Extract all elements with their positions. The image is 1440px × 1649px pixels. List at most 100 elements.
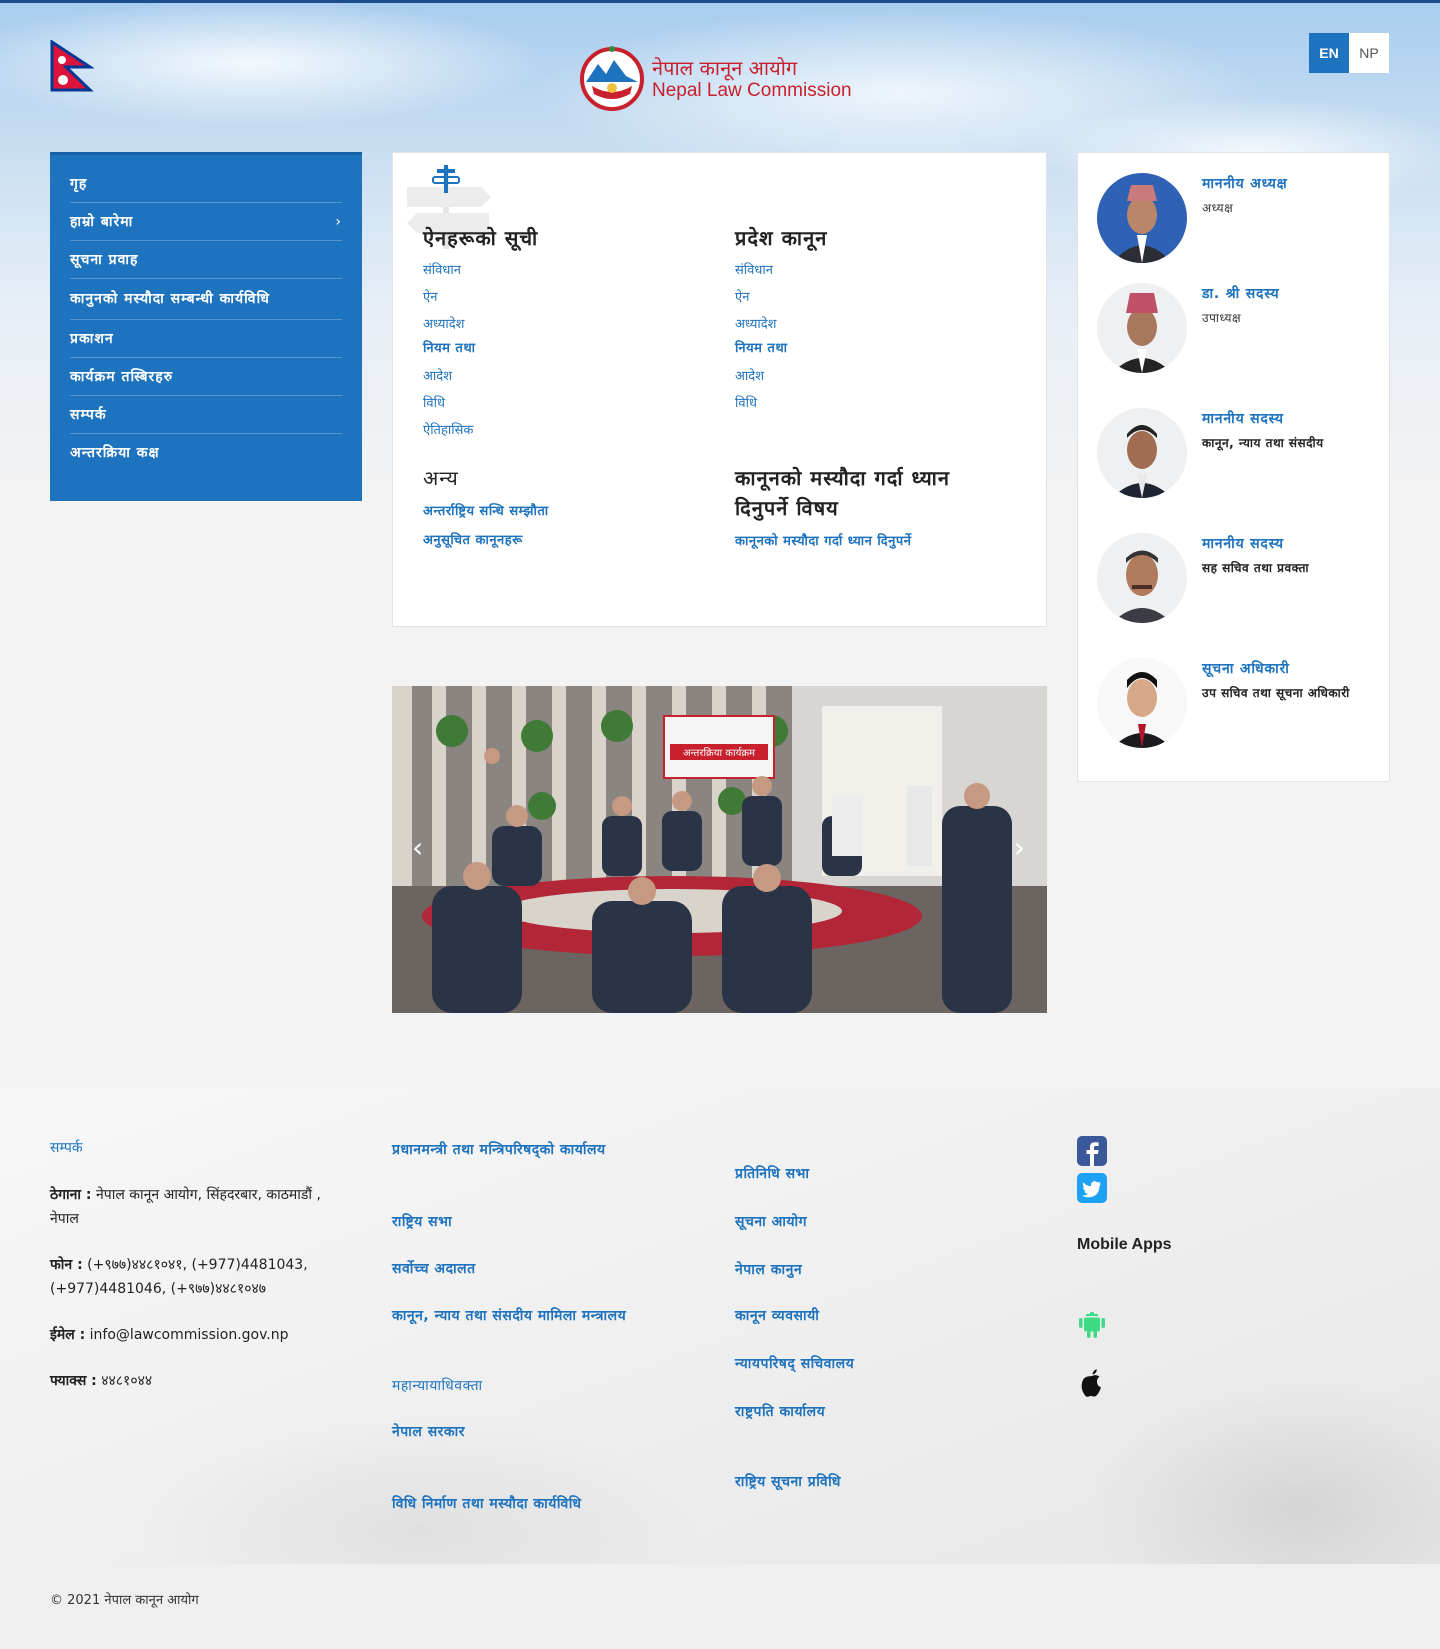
footer-link[interactable]: नेपाल सरकार [392,1420,672,1444]
lang-en-button[interactable]: EN [1309,33,1349,73]
drafting-column: कानूनको मस्यौदा गर्दा ध्यान दिनुपर्ने वि… [735,463,995,552]
sidebar-item-label: हाम्रो बारेमा [70,214,134,230]
nepal-flag-icon [50,40,94,92]
email-label: ईमेल : [50,1327,86,1343]
official-name: सूचना अधिकारी [1202,661,1290,677]
footer-link[interactable]: नेपाल कानुन [735,1258,1015,1282]
footer-link[interactable]: कानून, न्याय तथा संसदीय मामिला मन्त्रालय [392,1304,672,1328]
province-link-procedure[interactable]: विधि [735,394,995,413]
acts-column: ऐनहरूको सूची संविधान ऐन अध्यादेश नियम तथ… [423,223,683,440]
province-column: प्रदेश कानून संविधान ऐन अध्यादेश नियम तथ… [735,223,995,413]
phone-value: (+९७७)४४८१०४१, (+977)4481043, (+977)4481… [50,1257,308,1297]
acts-link-historic[interactable]: ऐतिहासिक [423,421,683,440]
site-footer: सम्पर्क ठेगाना : नेपाल कानून आयोग, सिंहद… [0,1088,1440,1564]
footer-link[interactable]: कानून व्यवसायी [735,1304,1015,1328]
official-name: माननीय अध्यक्ष [1202,176,1288,192]
footer-link[interactable]: महान्यायाधिवक्ता [392,1374,672,1398]
avatar [1097,533,1187,623]
footer-link[interactable]: प्रतिनिधि सभा [735,1162,1015,1186]
footer-link[interactable]: न्यायपरिषद् सचिवालय [735,1352,1015,1376]
official-role: कानून, न्याय तथा संसदीय [1202,436,1324,450]
acts-title: ऐनहरूको सूची [423,226,539,250]
sidebar-item-gallery[interactable]: कार्यक्रम तस्बिरहरु [70,358,342,396]
acts-link-constitution[interactable]: संविधान [423,261,683,280]
contact-column: सम्पर्क ठेगाना : नेपाल कानून आयोग, सिंहद… [50,1138,350,1393]
other-link-treaties[interactable]: अन्तर्राष्ट्रिय सन्धि सम्झौता [423,501,683,522]
official-name: डा. श्री सदस्य [1202,286,1280,302]
emblem-icon [580,46,644,111]
email-value[interactable]: info@lawcommission.gov.np [90,1327,289,1343]
official-name: माननीय सदस्य [1202,536,1284,552]
sidebar-item-label: प्रकाशन [70,331,114,347]
footer-link[interactable]: विधि निर्माण तथा मस्यौदा कार्यविधि [392,1492,672,1516]
official-role: अध्यक्ष [1202,201,1234,215]
event-photo: अन्तरक्रिया कार्यक्रम [392,686,1047,1013]
android-icon[interactable] [1077,1306,1107,1340]
phone-text: फोन : (+९७७)४४८१०४१, (+977)4481043, (+97… [50,1253,350,1301]
sidebar-item-drafting-procedure[interactable]: कानुनको मस्यौदा सम्बन्धी कार्यविधि [70,279,342,320]
acts-link-rules[interactable]: नियम तथा [423,338,683,359]
province-link-ordinance[interactable]: अध्यादेश [735,315,995,334]
acts-link-act[interactable]: ऐन [423,288,683,307]
fax-text: फ्याक्स : ४४८१०४४ [50,1369,350,1393]
lang-np-button[interactable]: NP [1349,33,1389,73]
copyright-text: © 2021 नेपाल कानून आयोग [50,1593,199,1608]
official-name: माननीय सदस्य [1202,411,1284,427]
logo-english-text: Nepal Law Commission [652,79,852,101]
site-logo[interactable]: नेपाल कानून आयोग Nepal Law Commission [576,46,866,112]
slider-next-button[interactable]: › [1014,831,1025,864]
acts-link-ordinance[interactable]: अध्यादेश [423,315,683,334]
sidebar-item-publications[interactable]: प्रकाशन [70,320,342,358]
address-text: ठेगाना : नेपाल कानून आयोग, सिंहदरबार, का… [50,1183,350,1231]
footer-link[interactable]: प्रधानमन्त्री तथा मन्त्रिपरिषद्को कार्या… [392,1138,672,1162]
sidebar-item-label: सम्पर्क [70,407,107,423]
acts-link-order[interactable]: आदेश [423,367,683,386]
footer-link[interactable]: राष्ट्रिय सूचना प्रविधि [735,1470,1015,1494]
other-column: अन्य अन्तर्राष्ट्रिय सन्धि सम्झौता अनुसू… [423,463,683,551]
footer-link[interactable]: सर्वोच्च अदालत [392,1257,672,1281]
copyright-bar: © 2021 नेपाल कानून आयोग [0,1564,1440,1649]
province-title: प्रदेश कानून [735,226,828,250]
banner-text: अन्तरक्रिया कार्यक्रम [683,747,756,759]
image-slider[interactable]: अन्तरक्रिया कार्यक्रम ‹ › [392,686,1047,1013]
avatar [1097,283,1187,373]
sidebar-item-interaction[interactable]: अन्तरक्रिया कक्ष [70,434,342,471]
address-label: ठेगाना : [50,1187,92,1203]
province-link-constitution[interactable]: संविधान [735,261,995,280]
sidebar-item-contact[interactable]: सम्पर्क [70,396,342,434]
avatar [1097,173,1187,263]
apple-icon[interactable] [1077,1366,1107,1400]
other-link-scheduled-laws[interactable]: अनुसूचित कानूनहरू [423,530,683,551]
sidebar-item-notices[interactable]: सूचना प्रवाह [70,241,342,279]
sidebar-item-label: गृह [70,176,88,192]
twitter-icon[interactable] [1077,1173,1107,1203]
other-title: अन्य [423,466,459,490]
drafting-title: कानूनको मस्यौदा गर्दा ध्यान दिनुपर्ने वि… [735,466,950,520]
law-links-card: ऐनहरूको सूची संविधान ऐन अध्यादेश नियम तथ… [392,152,1047,627]
email-text: ईमेल : info@lawcommission.gov.np [50,1323,350,1347]
sidebar-item-label: अन्तरक्रिया कक्ष [70,445,160,461]
sidebar-item-label: सूचना प्रवाह [70,252,139,268]
phone-label: फोन : [50,1257,83,1273]
sidebar-item-about[interactable]: हाम्रो बारेमा › [70,203,342,241]
avatar [1097,408,1187,498]
sidebar-menu: गृह हाम्रो बारेमा › सूचना प्रवाह कानुनको … [50,152,362,501]
chevron-right-icon: › [335,213,342,230]
drafting-link[interactable]: कानूनको मस्यौदा गर्दा ध्यान दिनुपर्ने [735,531,995,552]
contact-title: सम्पर्क [50,1140,83,1156]
mobile-apps-title: Mobile Apps [1077,1236,1172,1253]
slider-prev-button[interactable]: ‹ [412,831,423,864]
province-link-order[interactable]: आदेश [735,367,995,386]
acts-link-procedure[interactable]: विधि [423,394,683,413]
facebook-icon[interactable] [1077,1136,1107,1166]
footer-link[interactable]: राष्ट्रिय सभा [392,1210,672,1234]
sidebar-item-label: कार्यक्रम तस्बिरहरु [70,369,174,385]
province-link-act[interactable]: ऐन [735,288,995,307]
province-link-rules[interactable]: नियम तथा [735,338,995,359]
official-role: उपाध्यक्ष [1202,311,1242,325]
footer-link[interactable]: सूचना आयोग [735,1210,1015,1234]
sidebar-item-label: कानुनको मस्यौदा सम्बन्धी कार्यविधि [70,291,270,307]
avatar [1097,658,1187,748]
sidebar-item-home[interactable]: गृह [70,165,342,203]
footer-link[interactable]: राष्ट्रपति कार्यालय [735,1400,1015,1424]
